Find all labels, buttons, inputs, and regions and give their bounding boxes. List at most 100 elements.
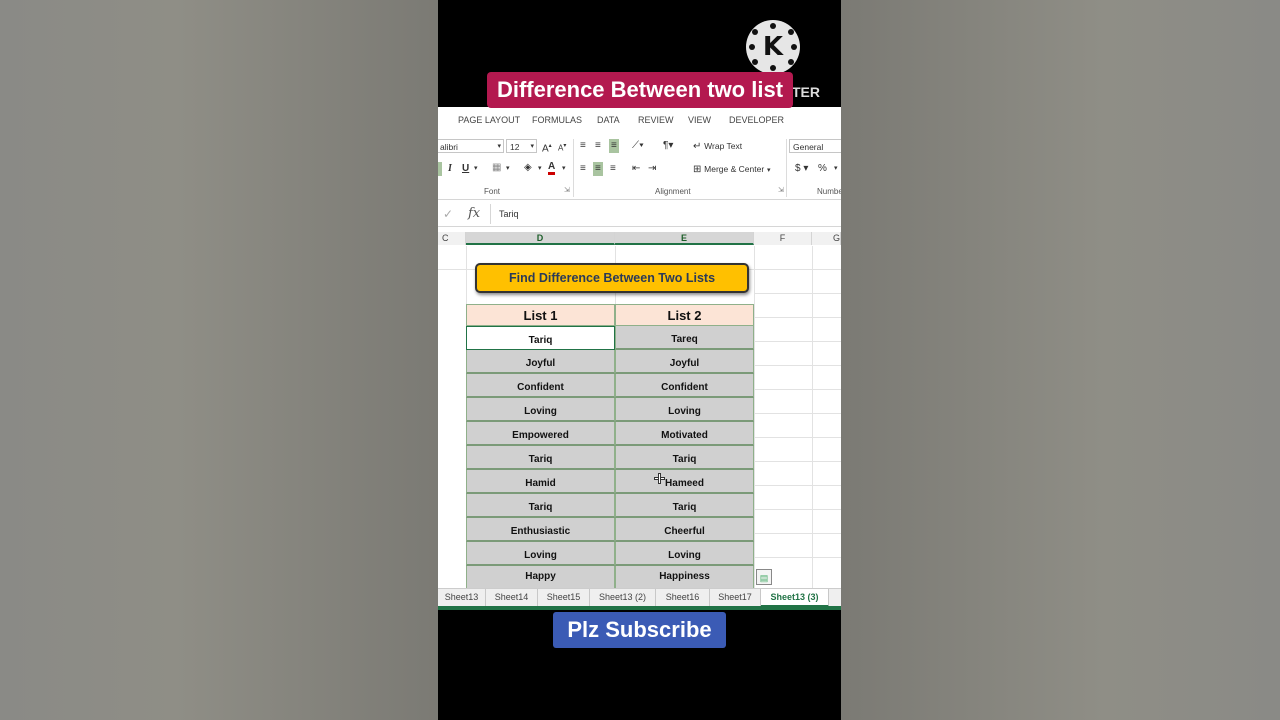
wrap-text-button[interactable]: ↵ Wrap Text (693, 140, 742, 153)
ribbon-separator (786, 139, 787, 197)
underline-icon[interactable]: U (462, 163, 469, 175)
header-list-2[interactable]: List 2 (615, 304, 754, 326)
check-icon[interactable]: ✓ (443, 207, 453, 221)
chevron-down-icon: ▾ (766, 167, 771, 174)
chevron-down-icon[interactable]: ▾ (506, 163, 510, 175)
list1-cell[interactable]: Enthusiastic (466, 518, 615, 542)
find-difference-button[interactable]: Find Difference Between Two Lists (475, 263, 749, 293)
font-name-select[interactable]: alibri ▾ (438, 139, 504, 153)
cursor-cross-icon (654, 473, 665, 484)
wrap-text-label: Wrap Text (704, 141, 743, 151)
tab-view[interactable]: VIEW (688, 115, 711, 125)
tab-developer[interactable]: DEVELOPER (729, 115, 784, 125)
column-header-d[interactable]: D (466, 232, 615, 245)
merge-icon: ⊞ (693, 164, 702, 175)
ribbon-separator (573, 139, 574, 197)
chevron-down-icon: ▾ (497, 143, 501, 150)
status-bar (438, 606, 841, 610)
align-bottom-icon[interactable]: ≡ (609, 139, 619, 153)
font-size-value: 12 (510, 142, 520, 152)
header-list-1[interactable]: List 1 (466, 304, 615, 326)
list1-cell[interactable]: Tariq (466, 494, 615, 518)
list2-cell[interactable]: Tariq (615, 446, 754, 470)
group-label-number: Numbe (817, 187, 841, 196)
subscribe-banner: Plz Subscribe (553, 612, 726, 648)
increase-indent-icon[interactable]: ⇥ (648, 163, 656, 175)
excel-window: PAGE LAYOUT FORMULAS DATA REVIEW VIEW DE… (438, 107, 841, 610)
list1-cell[interactable]: Hamid (466, 470, 615, 494)
number-format-select[interactable]: General (789, 139, 841, 153)
list2-cell[interactable]: Joyful (615, 350, 754, 374)
list2-cell[interactable]: Loving (615, 398, 754, 422)
paste-options-icon[interactable]: ▤ (756, 569, 772, 585)
sheet-tab[interactable]: Sheet17 (710, 589, 761, 607)
list1-cell[interactable]: Happy (466, 566, 615, 590)
align-top-icon[interactable]: ≡ (580, 140, 586, 152)
column-header-g[interactable]: G (812, 232, 841, 245)
tab-review[interactable]: REVIEW (638, 115, 674, 125)
fill-highlight (438, 162, 442, 176)
align-center-icon[interactable]: ≡ (593, 162, 603, 176)
list1-cell[interactable]: Loving (466, 398, 615, 422)
sheet-tab-bar: Sheet13 Sheet14 Sheet15 Sheet13 (2) Shee… (438, 588, 841, 607)
fill-color-icon[interactable]: ◈ (524, 162, 532, 174)
list1-cell[interactable]: Empowered (466, 422, 615, 446)
list2-cell[interactable]: Tariq (615, 494, 754, 518)
font-size-select[interactable]: 12 ▾ (506, 139, 537, 153)
decrease-font-icon[interactable]: A▾ (558, 140, 566, 155)
column-header-f[interactable]: F (754, 232, 812, 245)
sheet-tab-active[interactable]: Sheet13 (3) (761, 589, 829, 607)
list2-cell[interactable]: Motivated (615, 422, 754, 446)
list1-cell[interactable]: Tariq (466, 446, 615, 470)
list2-cell[interactable]: Tareq (615, 326, 754, 350)
increase-font-icon[interactable]: A▴ (542, 140, 552, 155)
merge-center-button[interactable]: ⊞ Merge & Center ▾ (693, 163, 770, 177)
list1-cell[interactable]: Tariq (466, 326, 615, 350)
sheet-tab[interactable]: Sheet14 (486, 589, 538, 607)
font-color-icon[interactable]: A (548, 162, 556, 175)
brand-logo: K (746, 20, 800, 74)
list2-cell[interactable]: Loving (615, 542, 754, 566)
borders-icon[interactable]: ▦ (492, 162, 501, 174)
dialog-launcher-icon[interactable]: ⇲ (778, 185, 784, 197)
align-middle-icon[interactable]: ≡ (595, 140, 601, 152)
percent-icon[interactable]: % (818, 163, 827, 175)
orientation-icon[interactable]: ⟋▾ (632, 140, 644, 152)
list2-cell[interactable]: Hameed (615, 470, 754, 494)
italic-icon[interactable]: I (448, 163, 452, 175)
align-right-icon[interactable]: ≡ (610, 163, 616, 175)
list1-cell[interactable]: Joyful (466, 350, 615, 374)
brand-suffix: TER (792, 84, 820, 100)
wrap-text-icon: ↵ (693, 141, 702, 152)
chevron-down-icon[interactable]: ▾ (474, 163, 478, 175)
list1-cell[interactable]: Confident (466, 374, 615, 398)
group-label-alignment: Alignment (655, 187, 691, 196)
background-right (841, 0, 1280, 720)
formula-input[interactable]: Tariq (490, 204, 841, 224)
tab-data[interactable]: DATA (597, 115, 620, 125)
video-frame: K TER PAGE LAYOUT FORMULAS DATA REVIEW V… (438, 0, 841, 720)
dialog-launcher-icon[interactable]: ⇲ (564, 185, 570, 197)
sheet-tab[interactable]: Sheet16 (656, 589, 710, 607)
function-icon[interactable]: fx (468, 206, 480, 221)
chevron-down-icon[interactable]: ▾ (562, 163, 566, 175)
paragraph-icon[interactable]: ¶▾ (663, 140, 673, 152)
column-header-e[interactable]: E (615, 232, 754, 245)
tab-page-layout[interactable]: PAGE LAYOUT (458, 115, 520, 125)
chevron-down-icon[interactable]: ▾ (538, 163, 542, 175)
sheet-tab[interactable]: Sheet15 (538, 589, 590, 607)
list1-cell[interactable]: Loving (466, 542, 615, 566)
group-label-font: Font (484, 187, 501, 196)
tab-formulas[interactable]: FORMULAS (532, 115, 582, 125)
sheet-tab[interactable]: Sheet13 (438, 589, 486, 607)
list2-cell[interactable]: Confident (615, 374, 754, 398)
list2-cell[interactable]: Cheerful (615, 518, 754, 542)
currency-icon[interactable]: $ ▾ (795, 163, 808, 175)
sheet-tab[interactable]: Sheet13 (2) (590, 589, 656, 607)
column-header-c[interactable]: C (438, 232, 466, 245)
list2-cell[interactable]: Happiness (615, 566, 754, 590)
chevron-down-icon[interactable]: ▾ (834, 163, 838, 175)
formula-bar: ✓ fx Tariq (438, 204, 841, 227)
decrease-indent-icon[interactable]: ⇤ (632, 163, 640, 175)
align-left-icon[interactable]: ≡ (580, 163, 586, 175)
